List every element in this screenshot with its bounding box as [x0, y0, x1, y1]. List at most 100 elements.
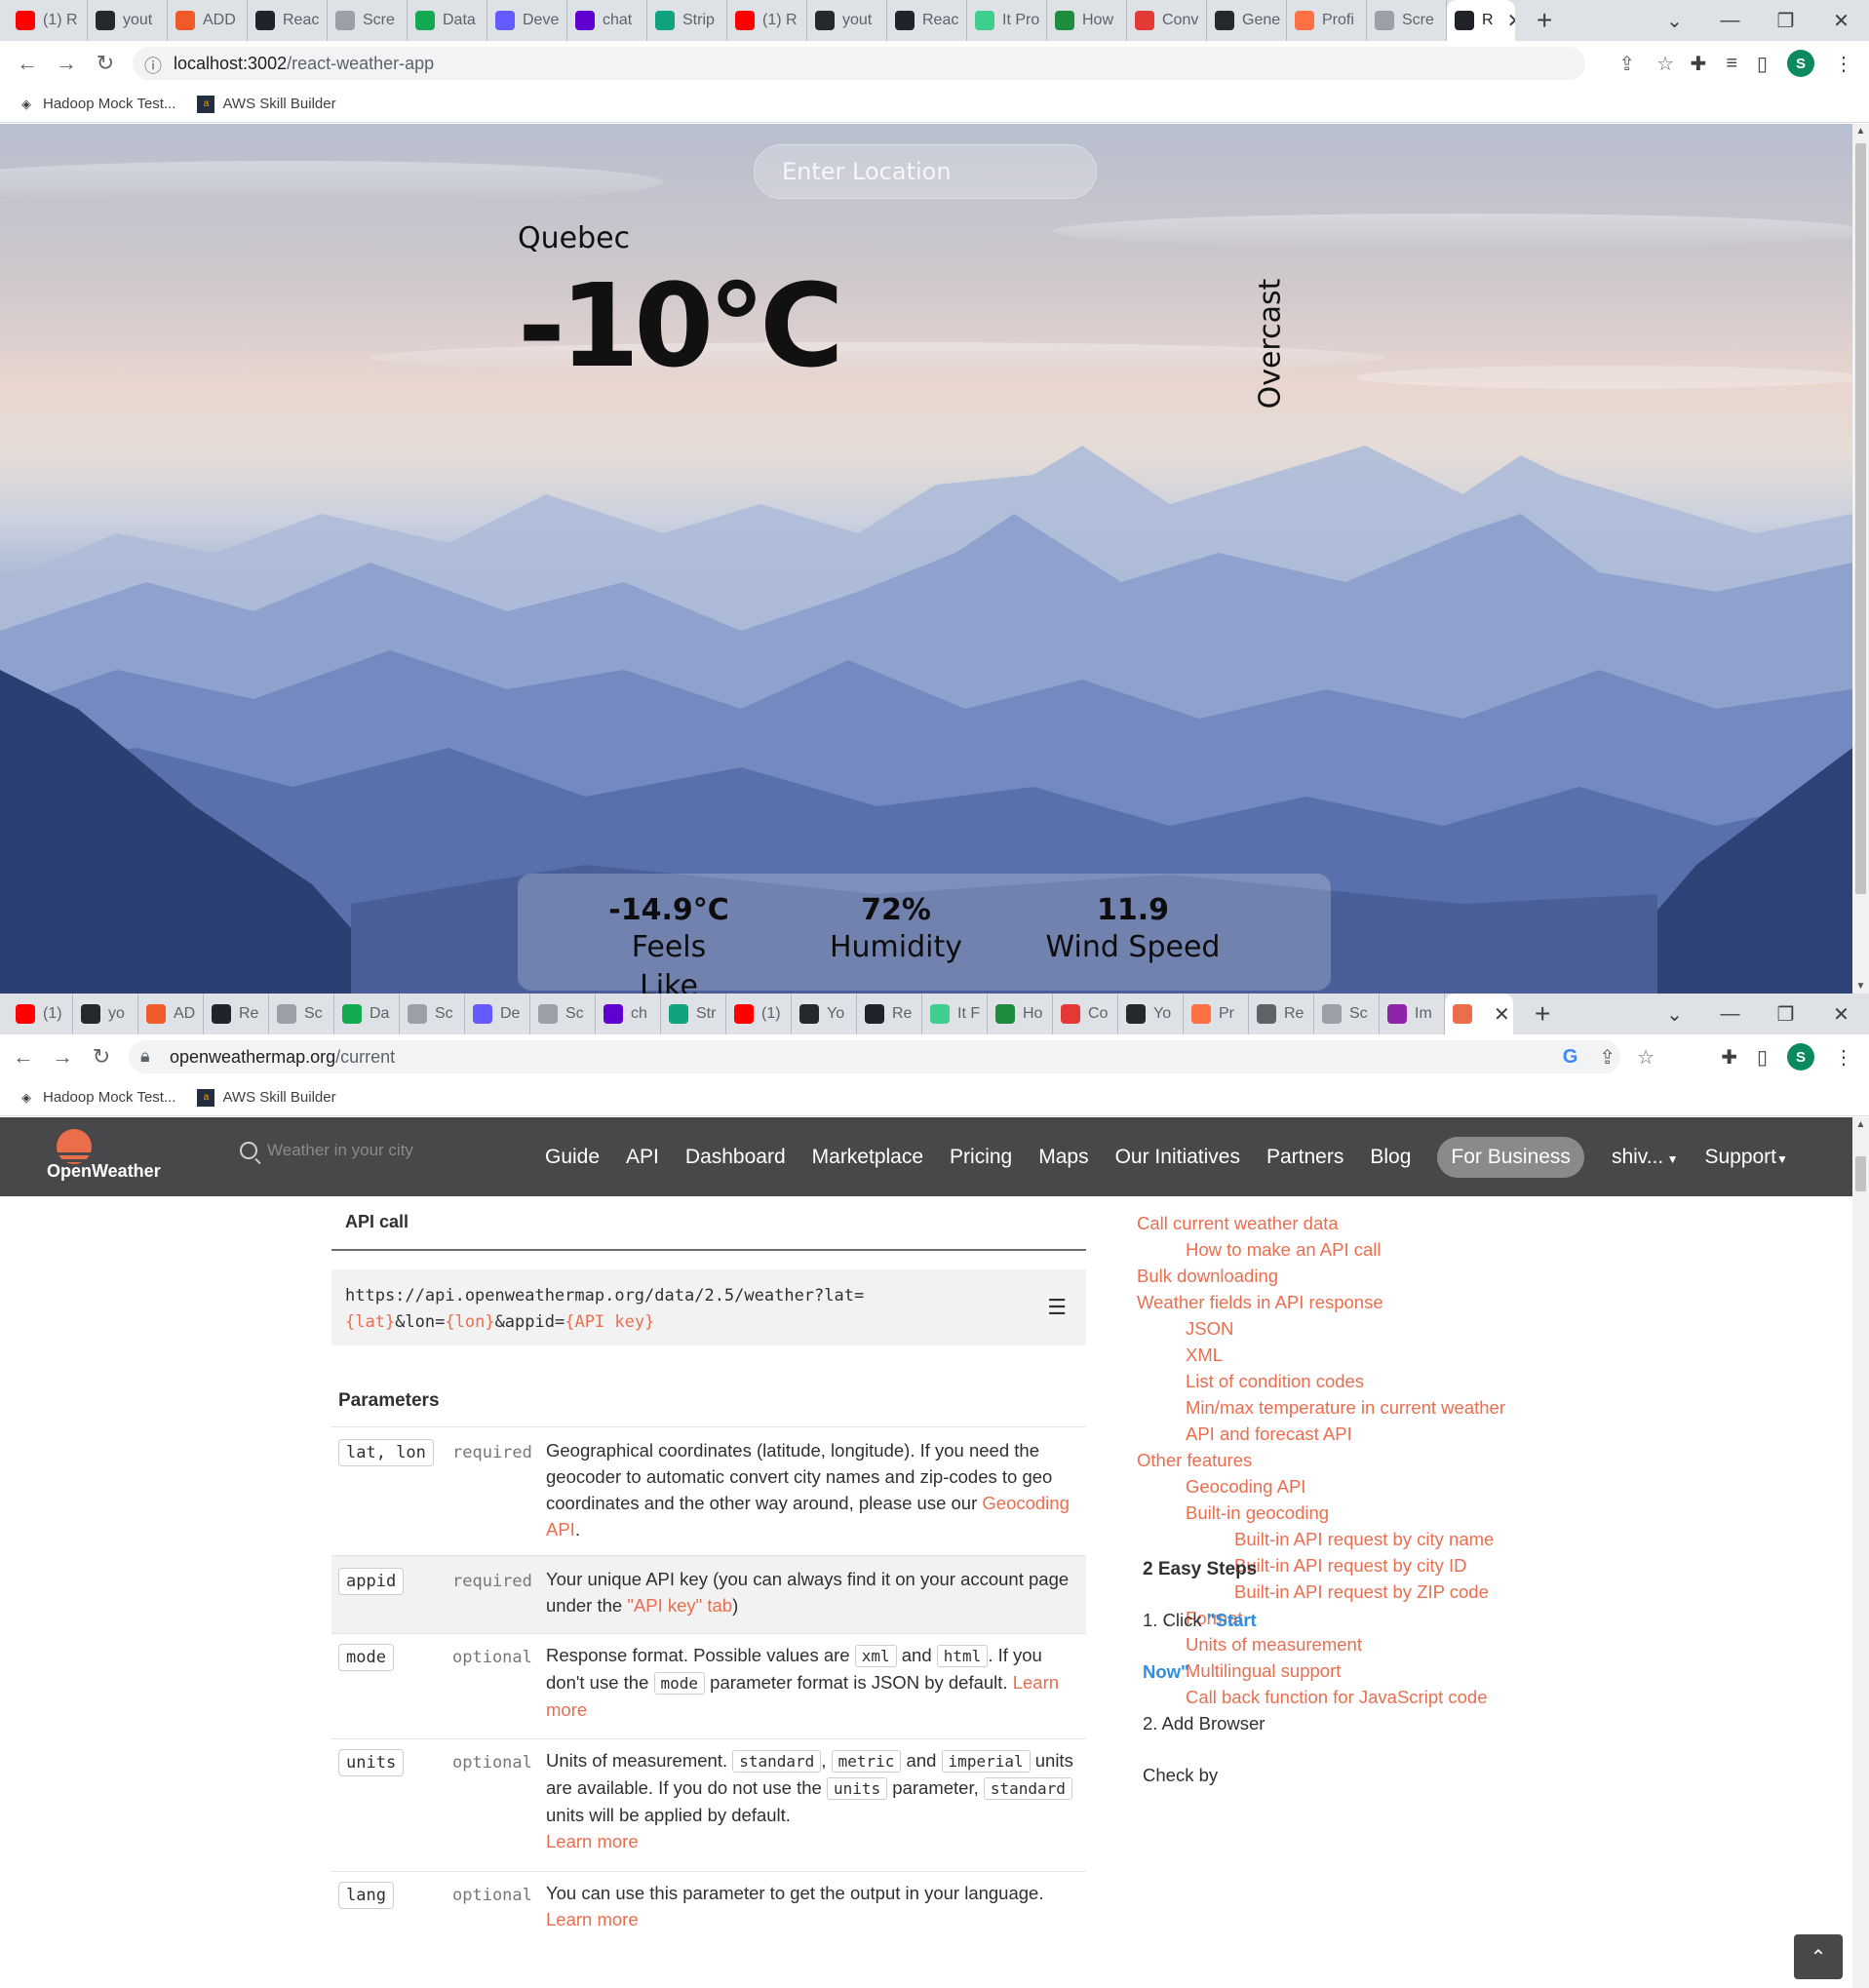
tab-search-icon[interactable]: ⌄: [1647, 9, 1702, 33]
close-window-icon[interactable]: ✕: [1813, 9, 1869, 33]
address-bar[interactable]: ⓘ localhost:3002/react-weather-app: [133, 47, 1585, 80]
browser-tab[interactable]: Sc: [530, 994, 596, 1034]
browser-tab[interactable]: Deve: [487, 0, 567, 41]
scroll-thumb[interactable]: [1855, 143, 1866, 894]
tab-search-icon[interactable]: ⌄: [1647, 1002, 1702, 1027]
profile-avatar[interactable]: S: [1787, 1043, 1814, 1071]
nav-link-partners[interactable]: Partners: [1266, 1146, 1343, 1169]
toc-link[interactable]: Call current weather data: [1137, 1210, 1339, 1236]
browser-tab[interactable]: ch: [596, 994, 661, 1034]
extensions-icon[interactable]: ✚: [1721, 1045, 1737, 1070]
start-now-link[interactable]: "Start: [1207, 1610, 1257, 1630]
location-search[interactable]: [754, 144, 1097, 199]
browser-tab-active[interactable]: R ✕: [1447, 0, 1515, 41]
forward-arrow-icon[interactable]: →: [43, 1044, 82, 1070]
toc-link[interactable]: Call back function for JavaScript code: [1186, 1684, 1488, 1710]
browser-tab[interactable]: (1): [8, 994, 73, 1034]
browser-tab[interactable]: Strip: [647, 0, 727, 41]
toc-link[interactable]: Built-in API request by ZIP code: [1234, 1579, 1489, 1605]
address-bar[interactable]: 🔒︎ openweathermap.org/current: [129, 1040, 1620, 1073]
city-search-placeholder[interactable]: Weather in your city: [267, 1141, 413, 1160]
toc-link[interactable]: Bulk downloading: [1137, 1263, 1278, 1289]
toc-link[interactable]: Units of measurement: [1186, 1631, 1362, 1657]
learn-more-link[interactable]: Learn more: [546, 1909, 639, 1930]
bookmark-star-icon[interactable]: ☆: [1656, 52, 1674, 76]
info-icon[interactable]: ⓘ: [144, 53, 162, 78]
browser-tab[interactable]: Ho: [988, 994, 1053, 1034]
scroll-up-icon[interactable]: ▲: [1852, 126, 1869, 136]
back-arrow-icon[interactable]: ←: [8, 51, 47, 76]
browser-tab[interactable]: Re: [1249, 994, 1314, 1034]
scroll-to-top-button[interactable]: ⌃: [1794, 1934, 1843, 1979]
menu-kebab-icon[interactable]: ⋮: [1834, 1045, 1853, 1070]
page-scrollbar[interactable]: ▲ ▼: [1852, 124, 1869, 994]
lock-icon[interactable]: 🔒︎: [140, 1046, 150, 1067]
toc-link[interactable]: Built-in API request by city name: [1234, 1526, 1494, 1552]
browser-tab[interactable]: It Pro: [967, 0, 1047, 41]
browser-tab[interactable]: Sc: [269, 994, 334, 1034]
browser-tab[interactable]: yout: [88, 0, 168, 41]
browser-tab[interactable]: Str: [661, 994, 726, 1034]
close-tab-icon[interactable]: ✕: [1494, 1002, 1510, 1027]
share-icon[interactable]: ⇪: [1618, 52, 1635, 76]
browser-tab[interactable]: De: [465, 994, 530, 1034]
for-business-button[interactable]: For Business: [1437, 1136, 1584, 1178]
bookmark-hadoop[interactable]: ◈ Hadoop Mock Test...: [18, 96, 175, 113]
reload-icon[interactable]: ↻: [82, 1044, 121, 1070]
browser-tab[interactable]: AD: [138, 994, 204, 1034]
scroll-down-icon[interactable]: ▼: [1852, 981, 1869, 992]
close-tab-icon[interactable]: ✕: [1507, 9, 1515, 33]
toc-link[interactable]: JSON: [1186, 1315, 1233, 1342]
browser-tab[interactable]: yo: [73, 994, 138, 1034]
browser-tab[interactable]: chat: [567, 0, 647, 41]
city-search[interactable]: Weather in your city: [240, 1141, 413, 1160]
forward-arrow-icon[interactable]: →: [47, 51, 86, 76]
browser-tab[interactable]: Re: [204, 994, 269, 1034]
browser-tab[interactable]: Reac: [248, 0, 328, 41]
nav-link-maps[interactable]: Maps: [1038, 1146, 1088, 1169]
toc-link[interactable]: XML: [1186, 1342, 1223, 1368]
bookmark-hadoop[interactable]: ◈ Hadoop Mock Test...: [18, 1089, 175, 1107]
browser-tab[interactable]: Im: [1380, 994, 1445, 1034]
browser-tab[interactable]: Re: [857, 994, 922, 1034]
browser-tab[interactable]: Yo: [1118, 994, 1184, 1034]
toc-link[interactable]: How to make an API call: [1186, 1236, 1382, 1263]
nav-link-our-initiatives[interactable]: Our Initiatives: [1115, 1146, 1240, 1169]
browser-tab[interactable]: ADD: [168, 0, 248, 41]
extensions-icon[interactable]: ✚: [1691, 52, 1707, 76]
scroll-thumb[interactable]: [1855, 1156, 1866, 1191]
browser-tab[interactable]: Pr: [1184, 994, 1249, 1034]
location-input[interactable]: [755, 145, 1096, 198]
browser-tab-active[interactable]: ✕: [1445, 994, 1513, 1034]
openweather-logo[interactable]: OpenWeather: [47, 1129, 168, 1186]
browser-tab[interactable]: Scre: [328, 0, 408, 41]
toc-link[interactable]: Geocoding API: [1186, 1473, 1305, 1500]
toc-link[interactable]: Other features: [1137, 1447, 1252, 1473]
learn-more-link[interactable]: Learn more: [546, 1831, 639, 1852]
menu-kebab-icon[interactable]: ⋮: [1834, 52, 1853, 76]
browser-tab[interactable]: Sc: [1314, 994, 1380, 1034]
minimize-icon[interactable]: —: [1702, 10, 1758, 32]
new-tab-icon[interactable]: +: [1537, 5, 1552, 36]
browser-tab[interactable]: Co: [1053, 994, 1118, 1034]
toc-link[interactable]: API and forecast API: [1186, 1421, 1352, 1447]
browser-tab[interactable]: Yo: [792, 994, 857, 1034]
nav-link-dashboard[interactable]: Dashboard: [685, 1146, 786, 1169]
browser-tab[interactable]: Sc: [400, 994, 465, 1034]
scroll-up-icon[interactable]: ▲: [1852, 1119, 1869, 1130]
back-arrow-icon[interactable]: ←: [4, 1044, 43, 1070]
page-scrollbar[interactable]: ▲: [1852, 1117, 1869, 1988]
browser-tab[interactable]: (1) R: [8, 0, 88, 41]
nav-link-pricing[interactable]: Pricing: [950, 1146, 1012, 1169]
new-tab-icon[interactable]: +: [1535, 998, 1550, 1030]
browser-tab[interactable]: How: [1047, 0, 1127, 41]
toc-link[interactable]: Min/max temperature in current weather: [1186, 1394, 1505, 1421]
side-panel-icon[interactable]: ▯: [1757, 1045, 1768, 1070]
browser-tab[interactable]: Data: [408, 0, 487, 41]
api-key-tab-link[interactable]: "API key" tab: [627, 1595, 732, 1616]
toc-link[interactable]: Built-in geocoding: [1186, 1500, 1329, 1526]
start-now-link-cont[interactable]: Now": [1143, 1661, 1189, 1682]
browser-tab[interactable]: Reac: [887, 0, 967, 41]
profile-avatar[interactable]: S: [1787, 50, 1814, 77]
media-control-icon[interactable]: ≡: [1726, 53, 1737, 75]
